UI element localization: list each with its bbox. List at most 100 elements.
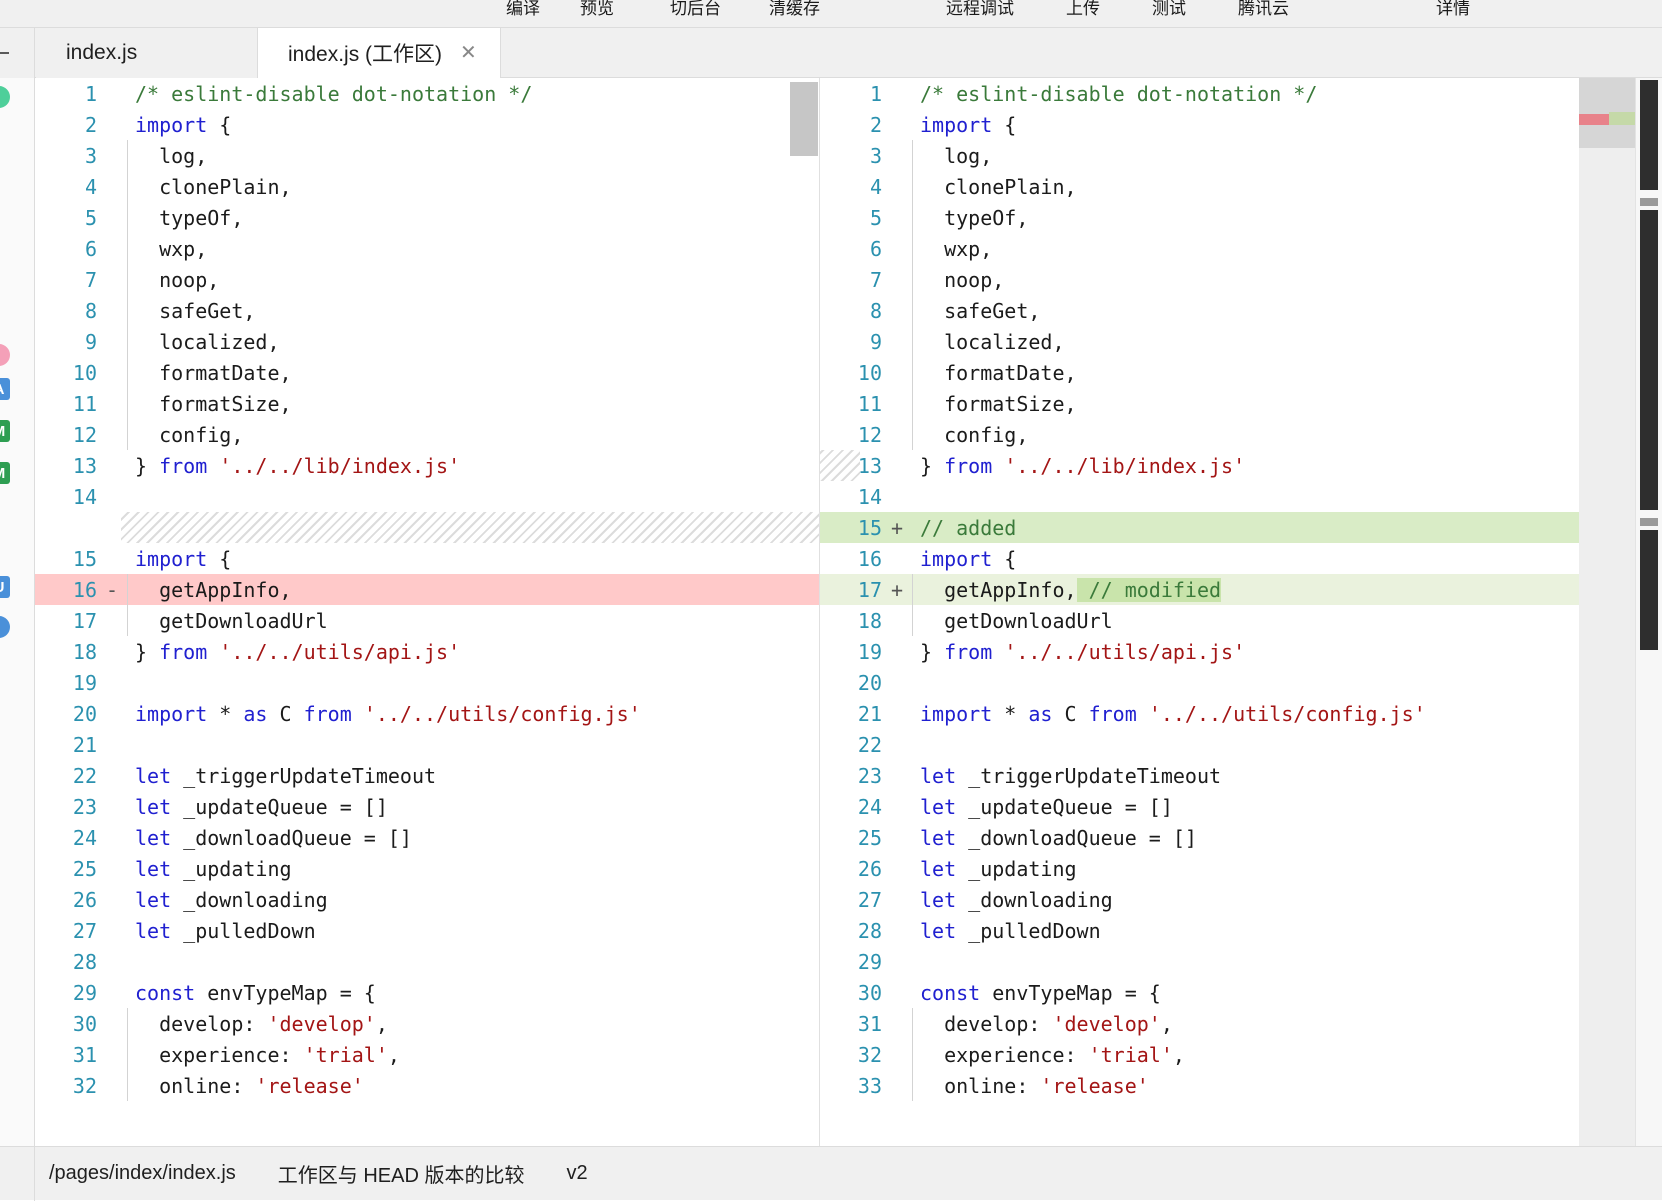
indent-guide	[906, 853, 920, 884]
code-line-original-12[interactable]: 12 config,	[35, 419, 819, 450]
code-line-modified-21[interactable]: 21import * as C from '../../utils/config…	[820, 698, 1579, 729]
code-line-original-8[interactable]: 8 safeGet,	[35, 295, 819, 326]
toolbar-button-1[interactable]: 上传	[1060, 0, 1106, 18]
toolbar-button-1[interactable]: 预览	[574, 0, 620, 18]
outer-scrollbar-segment-3[interactable]	[1640, 530, 1658, 650]
toolbar-button-0[interactable]: 远程调试	[940, 0, 1020, 18]
code-line-modified-27[interactable]: 27let _downloading	[820, 884, 1579, 915]
code-line-original-2[interactable]: 2import {	[35, 109, 819, 140]
code-line-original-6[interactable]: 6 wxp,	[35, 233, 819, 264]
tab-1-active[interactable]: index.js (工作区)✕	[258, 28, 501, 78]
line-number: 11	[35, 392, 103, 416]
code-line-modified-9[interactable]: 9 localized,	[820, 326, 1579, 357]
code-line-modified-32[interactable]: 32 experience: 'trial',	[820, 1039, 1579, 1070]
toolbar-button-0[interactable]: 编译	[500, 0, 546, 18]
code-line-modified-1[interactable]: 1/* eslint-disable dot-notation */	[820, 78, 1579, 109]
code-line-original-20[interactable]: 20import * as C from '../../utils/config…	[35, 698, 819, 729]
code-line-original-1[interactable]: 1/* eslint-disable dot-notation */	[35, 78, 819, 109]
code-token: config,	[920, 423, 1028, 447]
code-line-modified-18[interactable]: 18 getDownloadUrl	[820, 605, 1579, 636]
code-line-modified-6[interactable]: 6 wxp,	[820, 233, 1579, 264]
code-line-modified-19[interactable]: 19} from '../../utils/api.js'	[820, 636, 1579, 667]
toolbar-button-detail-0[interactable]: 详情	[1430, 0, 1476, 18]
toolbar-button-2[interactable]: 测试	[1146, 0, 1192, 18]
code-token: getAppInfo,	[135, 578, 292, 602]
code-line-modified-17[interactable]: 17+ getAppInfo, // modified	[820, 574, 1579, 605]
code-token: ,	[1161, 1012, 1173, 1036]
code-line-modified-15[interactable]: 15+// added	[820, 512, 1579, 543]
code-line-original-17[interactable]: 17 getDownloadUrl	[35, 605, 819, 636]
code-line-original-32[interactable]: 32 online: 'release'	[35, 1070, 819, 1101]
code-line-modified-7[interactable]: 7 noop,	[820, 264, 1579, 295]
code-line-modified-30[interactable]: 30const envTypeMap = {	[820, 977, 1579, 1008]
code-line-original-9[interactable]: 9 localized,	[35, 326, 819, 357]
code-line-original-26[interactable]: 26let _downloading	[35, 884, 819, 915]
code-line-original-28[interactable]: 28	[35, 946, 819, 977]
code-line-modified-29[interactable]: 29	[820, 946, 1579, 977]
code-line-modified-22[interactable]: 22	[820, 729, 1579, 760]
indent-guide	[906, 140, 920, 171]
code-line-original-22[interactable]: 22let _triggerUpdateTimeout	[35, 760, 819, 791]
code-line-original-7[interactable]: 7 noop,	[35, 264, 819, 295]
code-line-modified-14[interactable]: 14	[820, 481, 1579, 512]
original-pane-scrollbar-thumb[interactable]	[790, 82, 818, 156]
code-line-modified-24[interactable]: 24let _updateQueue = []	[820, 791, 1579, 822]
toolbar-button-3[interactable]: 腾讯云	[1232, 0, 1295, 18]
code-line-modified-4[interactable]: 4 clonePlain,	[820, 171, 1579, 202]
code-line-original-19[interactable]: 19	[35, 667, 819, 698]
close-icon[interactable]: ✕	[460, 43, 477, 63]
code-line-original-24[interactable]: 24let _downloadQueue = []	[35, 822, 819, 853]
code-line-modified-8[interactable]: 8 safeGet,	[820, 295, 1579, 326]
code-token: from	[944, 640, 992, 664]
code-line-modified-28[interactable]: 28let _pulledDown	[820, 915, 1579, 946]
code-line-original-31[interactable]: 31 experience: 'trial',	[35, 1039, 819, 1070]
code-line-modified-10[interactable]: 10 formatDate,	[820, 357, 1579, 388]
code-line-modified-25[interactable]: 25let _downloadQueue = []	[820, 822, 1579, 853]
outer-window-scrollbar[interactable]	[1635, 78, 1662, 1146]
code-line-original-21[interactable]: 21	[35, 729, 819, 760]
code-line-original-3[interactable]: 3 log,	[35, 140, 819, 171]
indent-guide	[906, 388, 920, 419]
code-line-original-29[interactable]: 29const envTypeMap = {	[35, 977, 819, 1008]
outer-scrollbar-thumb[interactable]	[1640, 80, 1658, 190]
code-line-modified-20[interactable]: 20	[820, 667, 1579, 698]
code-line-modified-16[interactable]: 16import {	[820, 543, 1579, 574]
code-line-original-27[interactable]: 27let _pulledDown	[35, 915, 819, 946]
indent-guide	[121, 605, 135, 636]
code-text: let _triggerUpdateTimeout	[920, 764, 1579, 788]
outer-scrollbar-segment-2[interactable]	[1640, 210, 1658, 510]
code-line-modified-11[interactable]: 11 formatSize,	[820, 388, 1579, 419]
status-file-path[interactable]: /pages/index/index.js	[49, 1162, 236, 1185]
code-line-original-14[interactable]: 14	[35, 481, 819, 512]
tab-0[interactable]: index.js	[36, 28, 258, 78]
code-line-modified-13[interactable]: 13} from '../../lib/index.js'	[820, 450, 1579, 481]
code-line-original-10[interactable]: 10 formatDate,	[35, 357, 819, 388]
code-line-original-5[interactable]: 5 typeOf,	[35, 202, 819, 233]
code-line-modified-5[interactable]: 5 typeOf,	[820, 202, 1579, 233]
code-line-original-11[interactable]: 11 formatSize,	[35, 388, 819, 419]
status-version-label[interactable]: v2	[566, 1162, 587, 1185]
code-line-original-15[interactable]: 15import {	[35, 543, 819, 574]
code-line-original-16[interactable]: 16- getAppInfo,	[35, 574, 819, 605]
code-line-modified-3[interactable]: 3 log,	[820, 140, 1579, 171]
code-line-original-18[interactable]: 18} from '../../utils/api.js'	[35, 636, 819, 667]
diff-pane-original[interactable]: 1/* eslint-disable dot-notation */2impor…	[35, 78, 819, 1146]
code-line-original-13[interactable]: 13} from '../../lib/index.js'	[35, 450, 819, 481]
code-line-modified-33[interactable]: 33 online: 'release'	[820, 1070, 1579, 1101]
diff-overview-ruler[interactable]	[1579, 78, 1635, 1146]
code-line-modified-2[interactable]: 2import {	[820, 109, 1579, 140]
code-line-original-4[interactable]: 4 clonePlain,	[35, 171, 819, 202]
code-line-original-25[interactable]: 25let _updating	[35, 853, 819, 884]
code-line-modified-26[interactable]: 26let _updating	[820, 853, 1579, 884]
indent-guide	[121, 1070, 135, 1101]
diff-pane-modified[interactable]: 1/* eslint-disable dot-notation */2impor…	[819, 78, 1579, 1146]
toolbar-button-2[interactable]: 切后台	[664, 0, 727, 18]
sidebar-toggle-stub[interactable]	[0, 28, 35, 78]
code-line-original-30[interactable]: 30 develop: 'develop',	[35, 1008, 819, 1039]
code-line-original-23[interactable]: 23let _updateQueue = []	[35, 791, 819, 822]
code-line-modified-23[interactable]: 23let _triggerUpdateTimeout	[820, 760, 1579, 791]
code-line-modified-12[interactable]: 12 config,	[820, 419, 1579, 450]
code-line-modified-31[interactable]: 31 develop: 'develop',	[820, 1008, 1579, 1039]
toolbar-button-3[interactable]: 清缓存	[763, 0, 826, 18]
code-text: import * as C from '../../utils/config.j…	[920, 702, 1579, 726]
